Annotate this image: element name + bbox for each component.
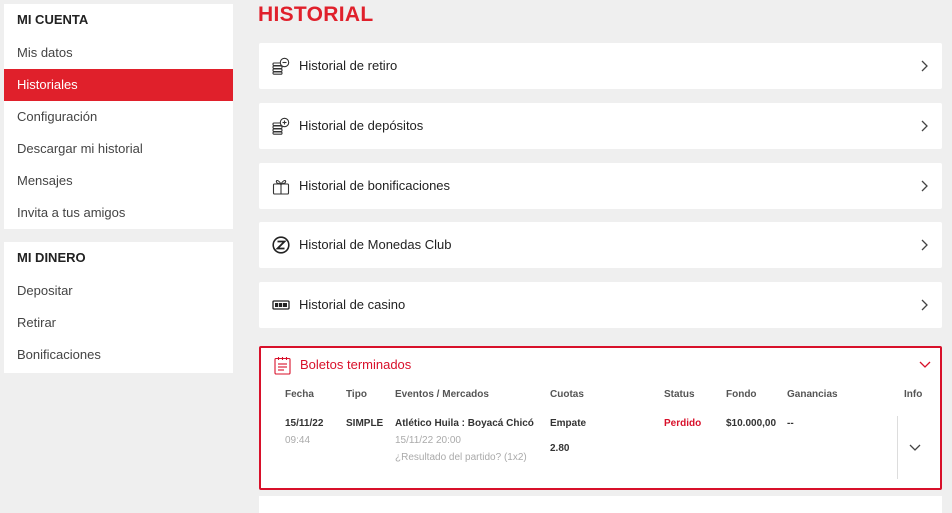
next-card-edge <box>259 496 942 513</box>
sidebar-item-retirar[interactable]: Retirar <box>4 307 233 339</box>
card-historial-depositos[interactable]: Historial de depósitos <box>259 103 942 149</box>
account-menu-header: MI CUENTA <box>17 12 89 27</box>
card-historial-casino[interactable]: Historial de casino <box>259 282 942 328</box>
card-historial-retiro[interactable]: Historial de retiro <box>259 43 942 89</box>
chevron-up-toggle-icon[interactable] <box>919 361 931 369</box>
finished-tickets-title: Boletos terminados <box>300 357 412 372</box>
col-header-fondo: Fondo <box>726 389 757 400</box>
finished-tickets-section: Boletos terminados Fecha Tipo Eventos / … <box>259 346 942 490</box>
ticket-winnings: -- <box>787 418 794 429</box>
coins-minus-icon <box>272 57 290 75</box>
z-coin-icon <box>272 236 290 254</box>
ticket-odds: 2.80 <box>550 443 570 454</box>
ticket-date: 15/11/22 <box>285 418 324 429</box>
sidebar-item-historiales[interactable]: Historiales <box>4 69 233 101</box>
col-header-tipo: Tipo <box>346 389 367 400</box>
card-label: Historial de Monedas Club <box>299 237 452 252</box>
card-label: Historial de bonificaciones <box>299 178 451 193</box>
ticket-event: Atlético Huila : Boyacá Chicó <box>395 418 534 429</box>
chevron-right-icon <box>921 180 928 192</box>
card-historial-bonificaciones[interactable]: Historial de bonificaciones <box>259 163 942 209</box>
col-header-ganancias: Ganancias <box>787 389 838 400</box>
sidebar-item-depositar[interactable]: Depositar <box>4 275 233 307</box>
card-label: Historial de casino <box>299 297 406 312</box>
money-menu: MI DINERO Depositar Retirar Bonificacion… <box>4 242 233 373</box>
card-label: Historial de depósitos <box>299 118 424 133</box>
card-historial-monedas-club[interactable]: Historial de Monedas Club <box>259 222 942 268</box>
ticket-selection: Empate <box>550 418 587 429</box>
col-header-fecha: Fecha <box>285 389 314 400</box>
card-label: Historial de retiro <box>299 58 398 73</box>
chevron-right-icon <box>921 239 928 251</box>
ticket-time: 09:44 <box>285 435 311 446</box>
sidebar-item-descargar-historial[interactable]: Descargar mi historial <box>4 133 233 165</box>
sidebar-item-invita-amigos[interactable]: Invita a tus amigos <box>4 197 233 229</box>
col-header-info: Info <box>904 389 923 400</box>
gift-icon <box>272 179 290 195</box>
ticket-event-datetime: 15/11/22 20:00 <box>395 435 461 446</box>
ticket-type: SIMPLE <box>346 418 384 429</box>
col-header-status: Status <box>664 389 695 400</box>
info-divider <box>897 416 898 479</box>
ticket-stake: $10.000,00 <box>726 418 777 429</box>
account-menu: MI CUENTA Mis datos Historiales Configur… <box>4 4 233 229</box>
ticket-list-icon <box>274 357 291 375</box>
ticket-market: ¿Resultado del partido? (1x2) <box>395 452 527 463</box>
sidebar-item-bonificaciones[interactable]: Bonificaciones <box>4 339 233 371</box>
col-header-eventos: Eventos / Mercados <box>395 389 489 400</box>
sidebar-item-configuracion[interactable]: Configuración <box>4 101 233 133</box>
chevron-right-icon <box>921 299 928 311</box>
sidebar-item-mis-datos[interactable]: Mis datos <box>4 37 233 69</box>
sidebar-item-mensajes[interactable]: Mensajes <box>4 165 233 197</box>
coins-plus-icon <box>272 117 290 135</box>
col-header-cuotas: Cuotas <box>550 389 584 400</box>
page-title: HISTORIAL <box>258 3 374 26</box>
chevron-right-icon <box>921 120 928 132</box>
chevron-right-icon <box>921 60 928 72</box>
money-menu-header: MI DINERO <box>17 250 86 265</box>
expand-ticket-details-icon[interactable] <box>909 444 921 452</box>
ticket-status: Perdido <box>664 418 702 429</box>
casino-icon <box>272 300 290 310</box>
